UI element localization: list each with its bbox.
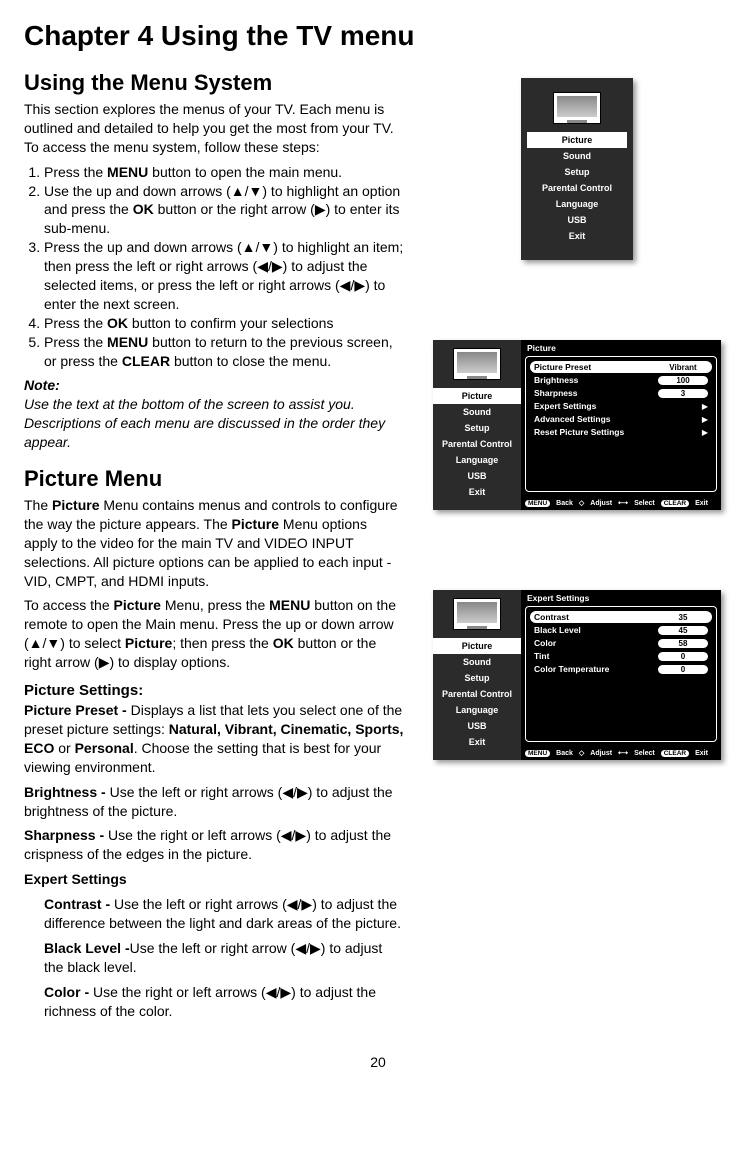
picture-menu-para-1: The Picture Menu contains menus and cont…: [24, 496, 404, 590]
sidebar-item-exit[interactable]: Exit: [433, 484, 521, 500]
chevron-right-icon: ▶: [702, 415, 708, 424]
sidebar-item-picture[interactable]: Picture: [433, 638, 521, 654]
contrast-para: Contrast - Use the left or right arrows …: [44, 895, 404, 933]
picture-panel: Picture Picture PresetVibrant Brightness…: [521, 340, 721, 510]
row-picture-preset[interactable]: Picture PresetVibrant: [530, 361, 712, 373]
sidebar-item-language[interactable]: Language: [433, 702, 521, 718]
color-para: Color - Use the right or left arrows (◀/…: [44, 983, 404, 1021]
menu-sidebar: Picture Sound Setup Parental Control Lan…: [527, 84, 627, 254]
leftright-icon: ⟷: [618, 749, 628, 757]
step-2: Use the up and down arrows (▲/▼) to high…: [44, 182, 404, 239]
step-3: Press the up and down arrows (▲/▼) to hi…: [44, 238, 404, 314]
row-color[interactable]: Color58: [530, 637, 712, 649]
sidebar-item-picture[interactable]: Picture: [433, 388, 521, 404]
row-black-level[interactable]: Black Level45: [530, 624, 712, 636]
menu-pill: MENU: [525, 500, 550, 507]
sidebar-item-parental[interactable]: Parental Control: [527, 180, 627, 196]
section-using-menu-system: Using the Menu System: [24, 70, 404, 96]
section-picture-menu: Picture Menu: [24, 466, 404, 492]
clear-pill: CLEAR: [661, 500, 689, 507]
sidebar-item-picture[interactable]: Picture: [527, 132, 627, 148]
row-advanced-settings[interactable]: Advanced Settings▶: [530, 413, 712, 425]
tv-icon: [453, 598, 501, 630]
panel-title: Picture: [521, 340, 721, 356]
leftright-icon: ⟷: [618, 499, 628, 507]
row-expert-settings[interactable]: Expert Settings▶: [530, 400, 712, 412]
intro-text: This section explores the menus of your …: [24, 100, 404, 157]
sidebar-item-usb[interactable]: USB: [433, 718, 521, 734]
sidebar-item-parental[interactable]: Parental Control: [433, 436, 521, 452]
picture-preset-para: Picture Preset - Displays a list that le…: [24, 701, 404, 777]
expert-panel: Expert Settings Contrast35 Black Level45…: [521, 590, 721, 760]
sharpness-para: Sharpness - Use the right or left arrows…: [24, 826, 404, 864]
sidebar-item-usb[interactable]: USB: [527, 212, 627, 228]
row-brightness[interactable]: Brightness100: [530, 374, 712, 386]
sidebar-item-usb[interactable]: USB: [433, 468, 521, 484]
row-tint[interactable]: Tint0: [530, 650, 712, 662]
note-label: Note:: [24, 376, 404, 395]
picture-menu-para-2: To access the Picture Menu, press the ME…: [24, 596, 404, 672]
steps-list: Press the MENU button to open the main m…: [24, 163, 404, 371]
chevron-right-icon: ▶: [702, 402, 708, 411]
sidebar-item-sound[interactable]: Sound: [433, 404, 521, 420]
row-sharpness[interactable]: Sharpness3: [530, 387, 712, 399]
row-reset-picture[interactable]: Reset Picture Settings▶: [530, 426, 712, 438]
row-color-temp[interactable]: Color Temperature0: [530, 663, 712, 675]
sidebar-item-language[interactable]: Language: [433, 452, 521, 468]
clear-pill: CLEAR: [661, 750, 689, 757]
panel-footer: MENUBack ◇Adjust ⟷Select CLEARExit: [521, 746, 721, 760]
sidebar-item-setup[interactable]: Setup: [433, 670, 521, 686]
chapter-title: Chapter 4 Using the TV menu: [24, 20, 732, 52]
step-1: Press the MENU button to open the main m…: [44, 163, 404, 182]
sidebar-item-parental[interactable]: Parental Control: [433, 686, 521, 702]
sidebar-item-sound[interactable]: Sound: [433, 654, 521, 670]
row-contrast[interactable]: Contrast35: [530, 611, 712, 623]
step-5: Press the MENU button to return to the p…: [44, 333, 404, 371]
black-level-para: Black Level -Use the left or right arrow…: [44, 939, 404, 977]
sidebar-item-exit[interactable]: Exit: [527, 228, 627, 244]
page-number: 20: [24, 1054, 732, 1070]
note-body: Use the text at the bottom of the screen…: [24, 395, 404, 452]
sidebar-item-sound[interactable]: Sound: [527, 148, 627, 164]
updown-icon: ◇: [579, 499, 584, 507]
diagram-main-menu: Picture Sound Setup Parental Control Lan…: [521, 78, 633, 260]
panel-title: Expert Settings: [521, 590, 721, 606]
sidebar-item-exit[interactable]: Exit: [433, 734, 521, 750]
diagram-picture-panel: Picture Sound Setup Parental Control Lan…: [433, 340, 721, 510]
step-4: Press the OK button to confirm your sele…: [44, 314, 404, 333]
diagram-expert-panel: Picture Sound Setup Parental Control Lan…: [433, 590, 721, 760]
sidebar-item-language[interactable]: Language: [527, 196, 627, 212]
picture-settings-title: Picture Settings:: [24, 682, 404, 699]
expert-settings-label: Expert Settings: [24, 870, 404, 889]
brightness-para: Brightness - Use the left or right arrow…: [24, 783, 404, 821]
chevron-right-icon: ▶: [702, 428, 708, 437]
menu-pill: MENU: [525, 750, 550, 757]
tv-icon: [553, 92, 601, 124]
tv-icon: [453, 348, 501, 380]
sidebar-item-setup[interactable]: Setup: [527, 164, 627, 180]
panel-footer: MENUBack ◇Adjust ⟷Select CLEARExit: [521, 496, 721, 510]
updown-icon: ◇: [579, 749, 584, 757]
sidebar-item-setup[interactable]: Setup: [433, 420, 521, 436]
